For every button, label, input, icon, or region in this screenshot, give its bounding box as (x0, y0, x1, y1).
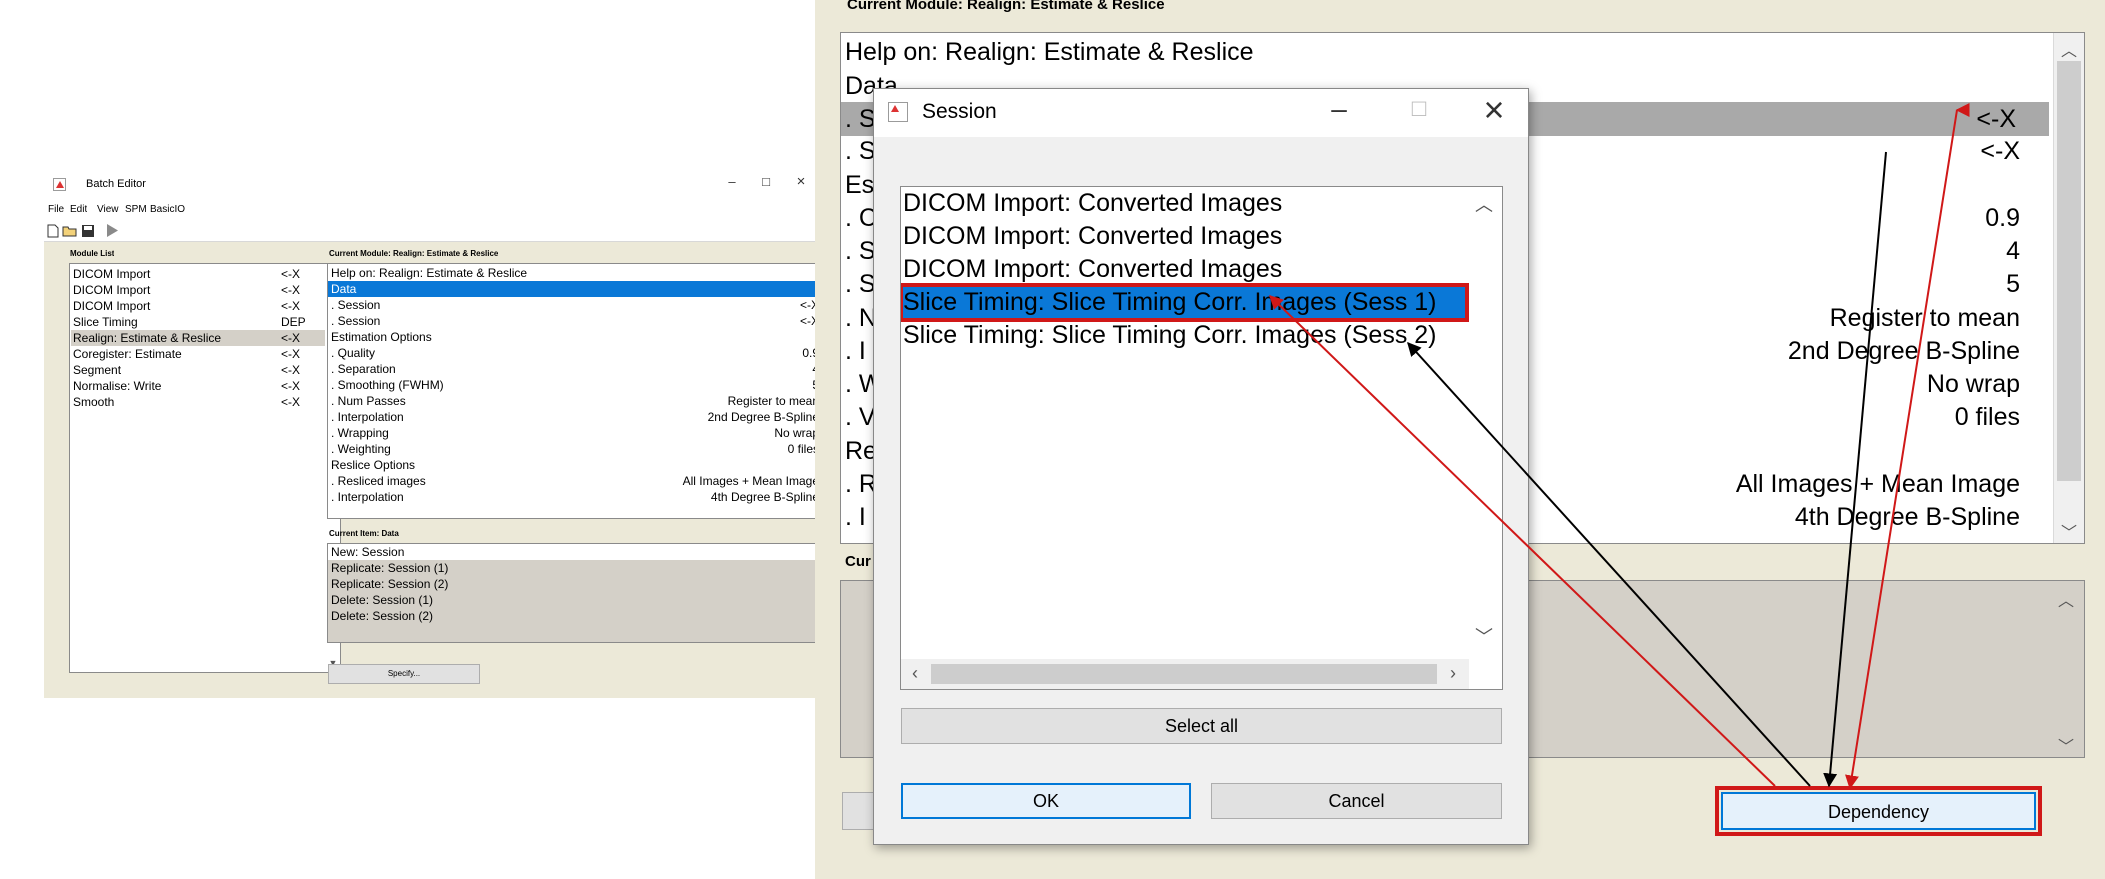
close-icon[interactable]: × (1474, 89, 1514, 131)
run-icon[interactable] (105, 223, 119, 238)
module-list-label: Module List (70, 249, 115, 258)
menu-view[interactable]: View (97, 204, 119, 215)
maximize-icon[interactable]: □ (754, 174, 778, 189)
current-module-label: Current Module: Realign: Estimate & Resl… (847, 0, 1165, 13)
current-item-row[interactable]: Replicate: Session (1) (331, 560, 448, 576)
module-option-row[interactable]: Reslice Options (331, 457, 819, 473)
module-list-item[interactable]: Smooth <-X (73, 394, 325, 410)
scroll-down-icon[interactable]: ﹀ (2057, 733, 2075, 757)
close-icon[interactable]: × (789, 173, 813, 190)
module-list-item[interactable]: Coregister: Estimate <-X (73, 346, 325, 362)
scrollbar[interactable]: ︿ ﹀ (2053, 33, 2084, 543)
specify-button[interactable]: Specify... (328, 664, 480, 684)
module-option-row[interactable]: . Quality 0.9 (331, 345, 819, 361)
module-option-row[interactable]: Help on: Realign: Estimate & Reslice (845, 35, 2020, 69)
module-option-row[interactable]: . Wrapping No wrap (331, 425, 819, 441)
cancel-button[interactable]: Cancel (1211, 783, 1502, 819)
dialog-title-bar: Session – □ × (874, 89, 1528, 137)
session-list-item[interactable]: DICOM Import: Converted Images (901, 253, 1468, 286)
current-item-row[interactable]: Replicate: Session (2) (331, 576, 448, 592)
horizontal-scrollbar[interactable]: ‹ › (901, 659, 1469, 689)
current-module-list: Help on: Realign: Estimate & Reslice Dat… (327, 263, 839, 519)
current-module-label: Current Module: Realign: Estimate & Resl… (329, 249, 499, 258)
session-list-item[interactable]: DICOM Import: Converted Images (901, 187, 1468, 220)
module-option-row[interactable]: Help on: Realign: Estimate & Reslice (331, 265, 819, 281)
module-option-row[interactable]: . Interpolation 4th Degree B-Spline (331, 489, 819, 505)
scroll-up-icon[interactable]: ︿ (1469, 191, 1499, 217)
module-list-item[interactable]: Segment <-X (73, 362, 325, 378)
session-list-item[interactable]: DICOM Import: Converted Images (901, 220, 1468, 253)
module-list-item[interactable]: DICOM Import <-X (73, 298, 325, 314)
module-option-row[interactable]: . Resliced images All Images + Mean Image (331, 473, 819, 489)
module-list-item-selected[interactable]: Realign: Estimate & Reslice <-X (71, 330, 325, 346)
menu-file[interactable]: File (48, 204, 64, 215)
module-option-row[interactable]: . Num Passes Register to mean (331, 393, 819, 409)
module-list-item[interactable]: DICOM Import <-X (73, 266, 325, 282)
menu-edit[interactable]: Edit (70, 204, 87, 215)
module-option-row[interactable]: . Session <-X (331, 297, 819, 313)
current-item-row[interactable]: Delete: Session (2) (331, 608, 433, 624)
current-item-row[interactable]: Delete: Session (1) (331, 592, 433, 608)
current-item-label: Cur (845, 553, 871, 570)
module-option-row[interactable]: . Weighting 0 files (331, 441, 819, 457)
scroll-thumb[interactable] (2057, 61, 2081, 481)
matlab-app-icon (53, 178, 66, 191)
toolbar (44, 220, 825, 242)
current-item-list: New: Session Replicate: Session (1) Repl… (327, 543, 839, 643)
maximize-icon: □ (1411, 95, 1427, 122)
open-folder-icon[interactable] (62, 224, 78, 238)
scroll-thumb[interactable] (931, 664, 1437, 684)
module-option-row[interactable]: . Interpolation 2nd Degree B-Spline (331, 409, 819, 425)
scroll-down-icon[interactable]: ﹀ (1469, 623, 1499, 649)
module-list-item[interactable]: Slice Timing DEP (73, 314, 325, 330)
dependency-button[interactable]: Dependency (1721, 792, 2036, 830)
module-option-row[interactable]: . Smoothing (FWHM)5 (331, 377, 819, 393)
selection-highlight (901, 283, 1469, 322)
dependency-highlight: Dependency (1715, 786, 2042, 836)
scroll-up-icon[interactable]: ︿ (2060, 37, 2078, 61)
module-option-row[interactable]: . Separation4 (331, 361, 819, 377)
module-list: DICOM Import <-X DICOM Import <-X DICOM Im… (69, 263, 341, 673)
module-list-item[interactable]: Normalise: Write <-X (73, 378, 325, 394)
session-list-item[interactable]: Slice Timing: Slice Timing Corr. Images … (901, 319, 1468, 352)
scroll-up-icon[interactable]: ︿ (2057, 587, 2075, 611)
menu-bar: File Edit View SPM BasicIO (44, 200, 825, 220)
menu-basicio[interactable]: BasicIO (150, 204, 185, 215)
select-all-button[interactable]: Select all (901, 708, 1502, 744)
dialog-title: Session (922, 100, 997, 123)
session-dialog: Session – □ × DICOM Import: Converted Im… (873, 88, 1529, 845)
batch-editor-window-small: Batch Editor – □ × File Edit View SPM Ba… (44, 168, 839, 698)
window-title: Batch Editor (86, 178, 146, 190)
module-option-row[interactable]: . Session <-X (331, 313, 819, 329)
module-list-item[interactable]: DICOM Import <-X (73, 282, 325, 298)
current-item-label: Current Item: Data (329, 529, 399, 538)
module-option-row-selected[interactable]: Data (328, 281, 820, 297)
ok-button[interactable]: OK (901, 783, 1191, 819)
menu-spm[interactable]: SPM (125, 204, 147, 215)
title-bar: Batch Editor – □ × (44, 168, 825, 200)
session-list: DICOM Import: Converted Images DICOM Imp… (900, 186, 1503, 690)
minimize-icon[interactable]: – (720, 174, 744, 189)
minimize-icon[interactable]: – (1319, 93, 1359, 125)
scroll-down-icon[interactable]: ﹀ (2060, 519, 2078, 543)
scroll-right-icon[interactable]: › (1443, 663, 1463, 684)
current-item-row[interactable]: New: Session (328, 544, 822, 560)
matlab-app-icon (888, 102, 908, 122)
save-icon[interactable] (81, 224, 95, 238)
scroll-left-icon[interactable]: ‹ (905, 663, 925, 684)
module-option-row[interactable]: Estimation Options (331, 329, 819, 345)
new-file-icon[interactable] (47, 224, 59, 238)
